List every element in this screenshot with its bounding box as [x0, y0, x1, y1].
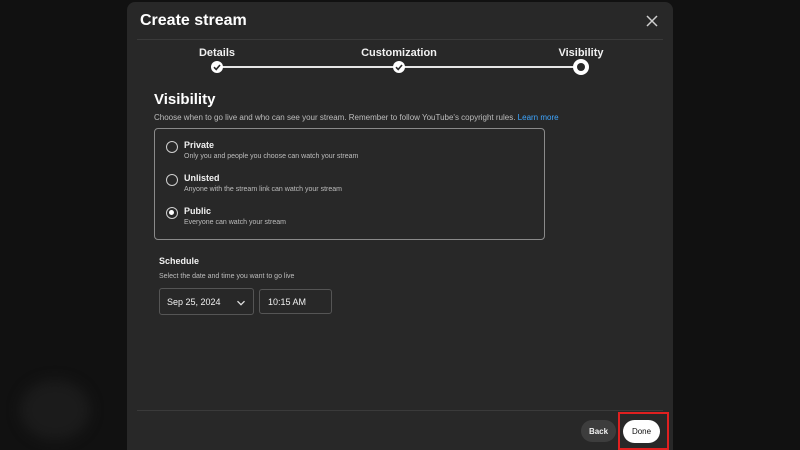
- radio-unlisted[interactable]: [166, 174, 178, 186]
- done-button[interactable]: Done: [623, 420, 660, 443]
- option-description: Anyone with the stream link can watch yo…: [184, 186, 342, 193]
- schedule-description: Select the date and time you want to go …: [159, 273, 295, 280]
- footer-divider: [137, 410, 663, 411]
- option-label: Unlisted: [184, 173, 220, 183]
- step-current-icon: [573, 59, 589, 75]
- close-icon: [646, 15, 658, 27]
- time-input[interactable]: [259, 289, 332, 314]
- step-done-icon: [393, 61, 405, 73]
- chevron-down-icon: [237, 300, 245, 306]
- step-label: Customization: [361, 47, 437, 59]
- visibility-description-text: Choose when to go live and who can see y…: [154, 113, 516, 122]
- create-stream-dialog: Create stream Details Customization Visi…: [127, 2, 673, 450]
- step-customization[interactable]: Customization: [339, 40, 459, 73]
- option-label: Public: [184, 206, 212, 216]
- date-value: Sep 25, 2024: [167, 297, 221, 307]
- visibility-option-unlisted[interactable]: Unlisted Anyone with the stream link can…: [166, 173, 526, 202]
- dialog-title: Create stream: [140, 12, 247, 29]
- radio-private[interactable]: [166, 141, 178, 153]
- option-label: Private: [184, 140, 215, 150]
- visibility-option-public[interactable]: Public Everyone can watch your stream: [166, 206, 526, 235]
- step-visibility[interactable]: Visibility: [521, 40, 641, 75]
- option-description: Only you and people you choose can watch…: [184, 153, 359, 160]
- step-done-icon: [211, 61, 223, 73]
- radio-public[interactable]: [166, 207, 178, 219]
- visibility-options: Private Only you and people you choose c…: [154, 128, 545, 240]
- learn-more-link[interactable]: Learn more: [518, 113, 559, 122]
- step-label: Visibility: [558, 47, 604, 59]
- schedule-title: Schedule: [159, 256, 200, 266]
- visibility-title: Visibility: [154, 91, 216, 108]
- step-label: Details: [198, 47, 236, 59]
- stepper: Details Customization Visibility: [127, 40, 673, 80]
- step-details[interactable]: Details: [157, 40, 277, 73]
- option-description: Everyone can watch your stream: [184, 219, 286, 226]
- date-select[interactable]: Sep 25, 2024: [159, 288, 254, 315]
- background-blur: [20, 380, 90, 440]
- visibility-description: Choose when to go live and who can see y…: [154, 113, 559, 122]
- visibility-option-private[interactable]: Private Only you and people you choose c…: [166, 140, 526, 169]
- close-button[interactable]: [641, 10, 663, 32]
- dialog-header: Create stream: [127, 2, 673, 40]
- back-button[interactable]: Back: [581, 420, 616, 442]
